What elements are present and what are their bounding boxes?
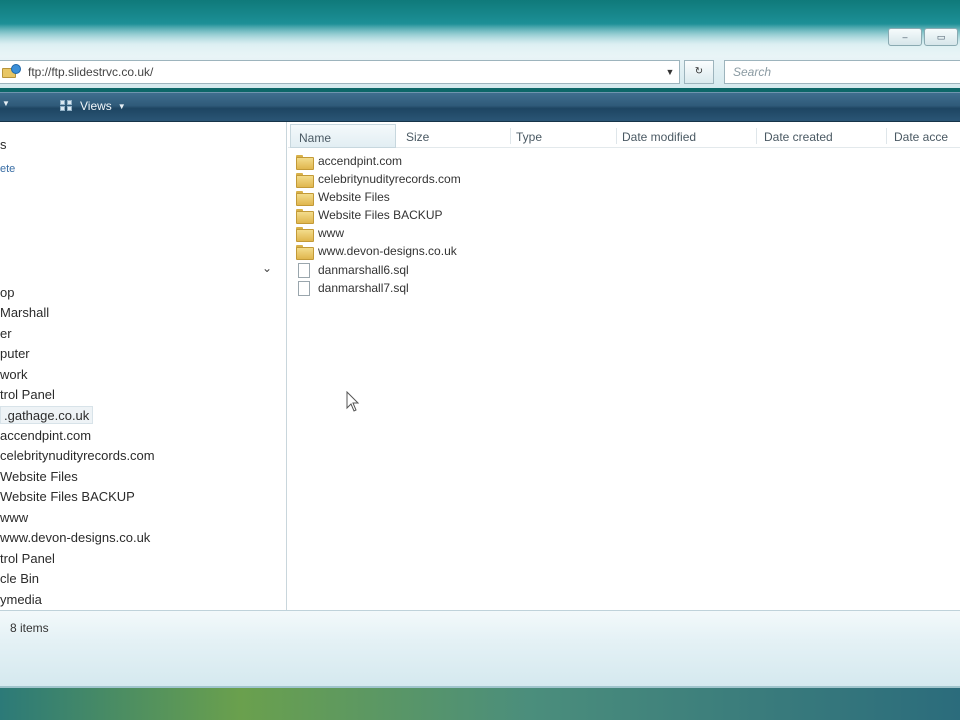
nav-item[interactable]: www.devon-designs.co.uk <box>0 529 150 547</box>
nav-item[interactable]: cle Bin <box>0 570 39 588</box>
nav-item[interactable]: er <box>0 325 12 343</box>
column-header-size[interactable]: Size <box>406 130 429 144</box>
folder-icon <box>296 208 314 224</box>
nav-item[interactable]: s <box>0 136 7 154</box>
file-name: www.devon-designs.co.uk <box>318 244 457 258</box>
column-headers: Name Size Type Date modified Date create… <box>288 124 960 148</box>
file-name: www <box>318 226 344 240</box>
refresh-button[interactable]: ↻ <box>684 60 714 84</box>
document-icon <box>298 280 310 296</box>
file-name: accendpint.com <box>318 154 403 168</box>
explorer-main: s ete ⌄ op Marshall er puter work trol P… <box>0 122 960 610</box>
address-path[interactable]: ftp://ftp.slidestrvc.co.uk/ <box>28 65 661 79</box>
nav-item[interactable]: Website Files BACKUP <box>0 488 135 506</box>
nav-item[interactable]: work <box>0 366 27 384</box>
nav-item[interactable]: Marshall <box>0 304 49 322</box>
address-dropdown-icon[interactable]: ▼ <box>661 67 679 77</box>
nav-item-selected[interactable]: .gathage.co.uk <box>0 406 94 424</box>
list-item[interactable]: celebritynudityrecords.com <box>296 170 461 188</box>
folder-icon <box>296 172 314 188</box>
file-name: danmarshall7.sql <box>318 281 409 295</box>
nav-item[interactable]: Website Files <box>0 468 78 486</box>
column-header-date-accessed[interactable]: Date acce <box>894 130 948 144</box>
status-bar: 8 items <box>0 610 960 686</box>
ftp-folder-icon <box>2 64 22 80</box>
list-item[interactable]: danmarshall6.sql <box>296 261 409 279</box>
list-item[interactable]: accendpint.com <box>296 152 402 170</box>
file-name: celebritynudityrecords.com <box>318 172 461 186</box>
list-item[interactable]: Website Files BACKUP <box>296 206 442 224</box>
chevron-down-icon: ▼ <box>117 101 126 111</box>
views-icon <box>60 100 74 112</box>
file-name: danmarshall6.sql <box>318 263 409 277</box>
column-header-type[interactable]: Type <box>516 130 542 144</box>
maximize-button[interactable]: ▭ <box>924 28 958 46</box>
file-list-pane: Name Size Type Date modified Date create… <box>288 122 960 610</box>
nav-item[interactable]: www <box>0 509 28 527</box>
nav-item[interactable]: celebritynudityrecords.com <box>0 447 155 465</box>
nav-item[interactable]: trol Panel <box>0 386 55 404</box>
folder-icon <box>296 190 314 206</box>
nav-item[interactable]: ete <box>0 160 15 178</box>
address-bar[interactable]: ftp://ftp.slidestrvc.co.uk/ ▼ <box>0 60 680 84</box>
title-bar-glow <box>0 24 960 58</box>
refresh-icon: ↻ <box>694 66 704 77</box>
navigation-pane: s ete ⌄ op Marshall er puter work trol P… <box>0 122 287 610</box>
chevron-down-icon[interactable]: ⌄ <box>262 261 272 275</box>
nav-item[interactable]: trol Panel <box>0 550 55 568</box>
folder-icon <box>296 244 314 260</box>
desktop-background <box>0 686 960 720</box>
address-toolbar: ftp://ftp.slidestrvc.co.uk/ ▼ ↻ Search <box>0 56 960 88</box>
file-name: Website Files <box>318 190 390 204</box>
nav-item[interactable]: puter <box>0 345 30 363</box>
folder-icon <box>296 226 314 242</box>
views-menu-button[interactable]: Views ▼ <box>60 99 126 113</box>
mouse-cursor-icon <box>346 390 360 413</box>
column-header-date-modified[interactable]: Date modified <box>622 130 696 144</box>
nav-item[interactable]: op <box>0 284 14 302</box>
folder-icon <box>296 154 314 170</box>
list-item[interactable]: Website Files <box>296 188 390 206</box>
document-icon <box>298 262 310 278</box>
search-input[interactable]: Search <box>724 60 960 84</box>
item-count: 8 items <box>10 621 49 635</box>
list-item[interactable]: www <box>296 224 344 242</box>
list-item[interactable]: danmarshall7.sql <box>296 279 409 297</box>
list-item[interactable]: www.devon-designs.co.uk <box>296 242 457 260</box>
chevron-down-icon: ▼ <box>2 99 10 108</box>
views-label: Views <box>80 99 112 113</box>
organize-menu-caret[interactable]: ▼ <box>2 99 10 108</box>
nav-item[interactable]: accendpint.com <box>0 427 91 445</box>
minimize-button[interactable]: – <box>888 28 922 46</box>
file-name: Website Files BACKUP <box>318 208 443 222</box>
nav-item[interactable]: ymedia <box>0 591 42 609</box>
command-bar: ▼ Views ▼ <box>0 92 960 122</box>
window-title-bar: – ▭ <box>0 0 960 58</box>
column-header-name[interactable]: Name <box>290 124 396 148</box>
column-header-date-created[interactable]: Date created <box>764 130 833 144</box>
